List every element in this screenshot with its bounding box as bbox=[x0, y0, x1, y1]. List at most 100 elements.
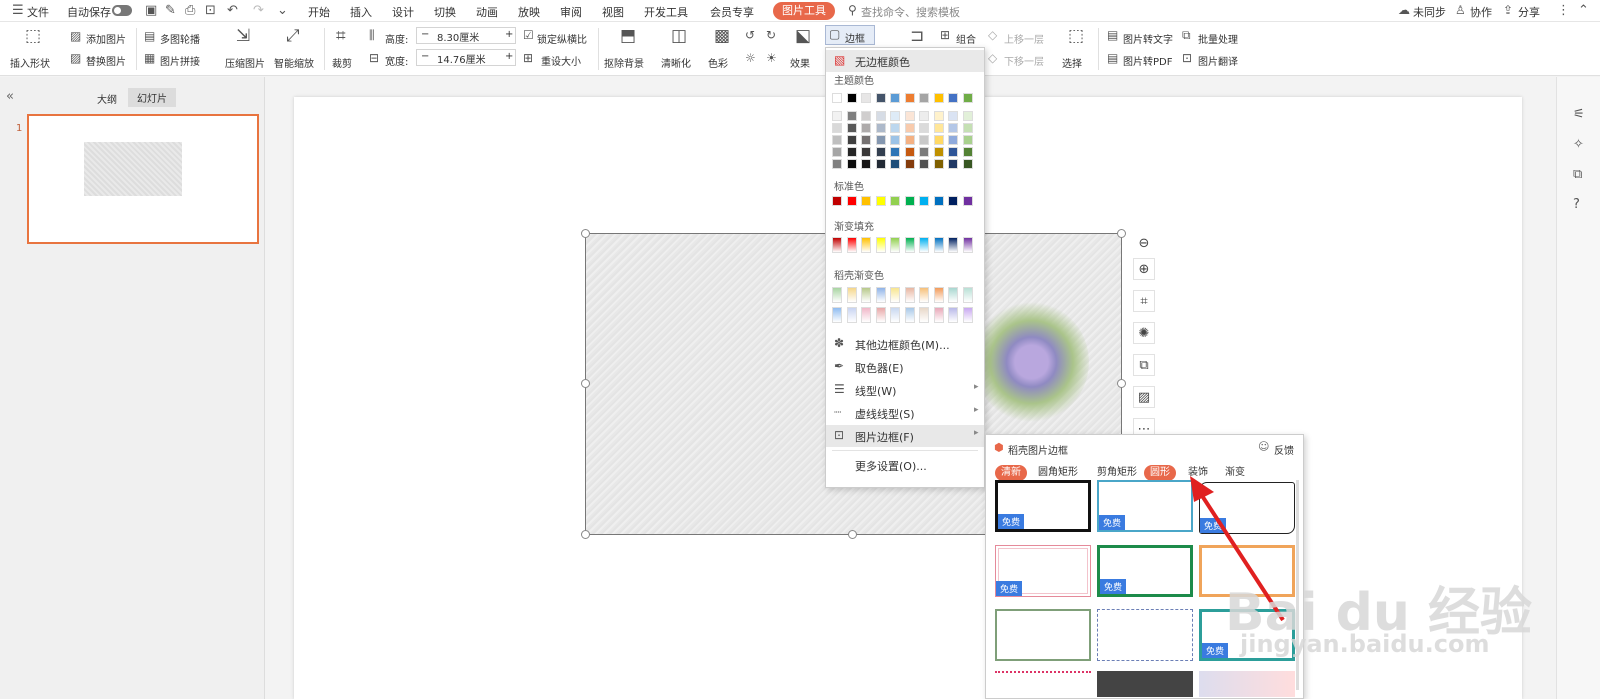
standard-color-swatch[interactable] bbox=[904, 196, 915, 206]
bring-forward-button[interactable]: 上移一层 bbox=[1004, 31, 1044, 46]
theme-shade-swatch[interactable] bbox=[875, 111, 886, 121]
theme-shade-swatch[interactable] bbox=[919, 135, 929, 145]
standard-color-swatch[interactable] bbox=[861, 196, 871, 206]
theme-shade-swatch[interactable] bbox=[875, 135, 886, 145]
tab-design[interactable]: 设计 bbox=[392, 4, 414, 20]
slides-icon[interactable]: ⧉ bbox=[1573, 167, 1582, 182]
pin-icon[interactable]: ✧ bbox=[1573, 137, 1584, 152]
theme-color-swatch[interactable] bbox=[861, 93, 871, 103]
more-settings-item[interactable]: 更多设置(O)... bbox=[826, 454, 984, 476]
gradient-swatch[interactable] bbox=[962, 237, 973, 253]
crop-button[interactable]: 裁剪 bbox=[332, 55, 352, 70]
shell-gradient-swatch[interactable] bbox=[962, 307, 973, 323]
shell-gradient-swatch[interactable] bbox=[962, 287, 973, 303]
minus-icon[interactable]: − bbox=[421, 51, 429, 62]
theme-shade-swatch[interactable] bbox=[948, 147, 958, 157]
theme-color-swatch[interactable] bbox=[948, 93, 958, 103]
frame-thumbnail[interactable] bbox=[1097, 671, 1193, 697]
theme-shade-swatch[interactable] bbox=[962, 111, 973, 121]
translate-button[interactable]: 图片翻译 bbox=[1198, 53, 1238, 68]
format-painter-icon[interactable]: ✎ bbox=[165, 3, 176, 18]
shell-gradient-swatch[interactable] bbox=[919, 307, 929, 323]
theme-shade-swatch[interactable] bbox=[933, 123, 944, 133]
search-input[interactable]: 查找命令、搜索模板 bbox=[861, 4, 960, 20]
pic-to-pdf-button[interactable]: 图片转PDF bbox=[1123, 53, 1172, 68]
picture-collage-button[interactable]: 图片拼接 bbox=[160, 53, 200, 68]
theme-color-swatch[interactable] bbox=[875, 93, 886, 103]
slide-thumbnail[interactable] bbox=[27, 114, 259, 244]
tab-cut-corner[interactable]: 剪角矩形 bbox=[1097, 465, 1137, 481]
collaborate-button[interactable]: 协作 bbox=[1470, 4, 1492, 20]
theme-shade-swatch[interactable] bbox=[861, 159, 871, 169]
smart-zoom-button[interactable]: 智能缩放 bbox=[274, 55, 314, 70]
redo-icon[interactable]: ↷ bbox=[253, 3, 264, 18]
theme-shade-swatch[interactable] bbox=[846, 111, 857, 121]
idea-icon[interactable]: ✺ bbox=[1133, 322, 1155, 344]
border-button[interactable]: 边框 bbox=[845, 30, 865, 45]
gradient-swatch[interactable] bbox=[919, 237, 929, 253]
theme-color-swatch[interactable] bbox=[933, 93, 944, 103]
replace-picture-button[interactable]: 替换图片 bbox=[86, 53, 126, 68]
sync-status[interactable]: 未同步 bbox=[1413, 4, 1446, 20]
gradient-swatch[interactable] bbox=[832, 237, 842, 253]
zoom-icon[interactable]: ⊕ bbox=[1133, 258, 1155, 280]
standard-color-swatch[interactable] bbox=[919, 196, 929, 206]
collapse-ribbon-icon[interactable]: ⌃ bbox=[1578, 3, 1589, 18]
resize-handle[interactable] bbox=[1117, 379, 1126, 388]
tab-review[interactable]: 审阅 bbox=[560, 4, 582, 20]
theme-color-swatch[interactable] bbox=[890, 93, 900, 103]
plus-icon[interactable]: + bbox=[505, 29, 513, 40]
theme-shade-swatch[interactable] bbox=[890, 135, 900, 145]
effect-button[interactable]: 效果 bbox=[790, 55, 810, 70]
tab-rounded-rect[interactable]: 圆角矩形 bbox=[1038, 465, 1078, 481]
theme-shade-swatch[interactable] bbox=[875, 147, 886, 157]
compress-picture-button[interactable]: 压缩图片 bbox=[225, 55, 265, 70]
theme-shade-swatch[interactable] bbox=[846, 135, 857, 145]
frame-thumbnail[interactable] bbox=[1097, 609, 1193, 661]
shell-gradient-swatch[interactable] bbox=[948, 307, 958, 323]
shell-gradient-swatch[interactable] bbox=[846, 287, 857, 303]
rotate-left-icon[interactable]: ↺ bbox=[745, 28, 755, 42]
reset-size-button[interactable]: 重设大小 bbox=[541, 53, 581, 68]
no-border-option[interactable]: ▧ 无边框颜色 bbox=[826, 50, 984, 72]
shell-gradient-swatch[interactable] bbox=[933, 307, 944, 323]
theme-shade-swatch[interactable] bbox=[832, 123, 842, 133]
theme-shade-swatch[interactable] bbox=[919, 159, 929, 169]
shell-gradient-swatch[interactable] bbox=[933, 287, 944, 303]
tab-developer[interactable]: 开发工具 bbox=[644, 4, 688, 20]
more-icon[interactable]: ⋮ bbox=[1557, 3, 1570, 18]
frame-thumbnail[interactable] bbox=[995, 671, 1091, 697]
color-button[interactable]: 色彩 bbox=[708, 55, 728, 70]
theme-color-swatch[interactable] bbox=[832, 93, 842, 103]
theme-shade-swatch[interactable] bbox=[919, 123, 929, 133]
frame-thumbnail[interactable]: 免费 bbox=[995, 545, 1091, 597]
resize-handle[interactable] bbox=[581, 229, 590, 238]
frame-thumbnail[interactable]: 免费 bbox=[995, 480, 1091, 532]
theme-shade-swatch[interactable] bbox=[904, 159, 915, 169]
theme-shade-swatch[interactable] bbox=[846, 159, 857, 169]
shell-gradient-swatch[interactable] bbox=[861, 287, 871, 303]
tab-start[interactable]: 开始 bbox=[308, 4, 330, 20]
hamburger-icon[interactable]: ☰ bbox=[12, 3, 24, 18]
lock-aspect-checkbox[interactable]: 锁定纵横比 bbox=[537, 31, 587, 46]
shell-gradient-swatch[interactable] bbox=[875, 307, 886, 323]
tab-picture-tools[interactable]: 图片工具 bbox=[773, 2, 835, 20]
frame-thumbnail[interactable]: 免费 bbox=[1097, 545, 1193, 597]
tab-fresh[interactable]: 清新 bbox=[995, 465, 1027, 481]
theme-shade-swatch[interactable] bbox=[861, 111, 871, 121]
sharpen-button[interactable]: 清晰化 bbox=[661, 55, 691, 70]
height-value[interactable]: 8.30厘米 bbox=[437, 29, 479, 44]
tab-circle[interactable]: 圆形 bbox=[1144, 465, 1176, 481]
theme-shade-swatch[interactable] bbox=[933, 159, 944, 169]
theme-shade-swatch[interactable] bbox=[962, 123, 973, 133]
tab-member[interactable]: 会员专享 bbox=[710, 4, 754, 20]
plus-icon[interactable]: + bbox=[505, 51, 513, 62]
theme-color-swatch[interactable] bbox=[904, 93, 915, 103]
image-layers-icon[interactable]: ⧉ bbox=[1133, 354, 1155, 376]
theme-shade-swatch[interactable] bbox=[846, 147, 857, 157]
standard-color-swatch[interactable] bbox=[948, 196, 958, 206]
help-icon[interactable]: ? bbox=[1573, 197, 1580, 212]
resize-handle[interactable] bbox=[848, 530, 857, 539]
gradient-swatch[interactable] bbox=[933, 237, 944, 253]
gradient-swatch[interactable] bbox=[846, 237, 857, 253]
